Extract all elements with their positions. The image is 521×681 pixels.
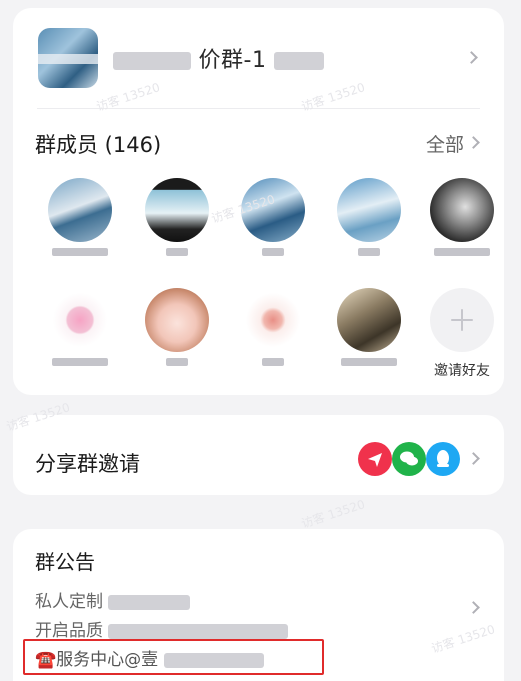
group-info-card: 价群-1 群成员 (146) 全部 邀请好友 <box>13 8 504 395</box>
member-name-blurred <box>262 248 284 256</box>
plus-icon <box>430 288 494 352</box>
avatar <box>337 178 401 242</box>
notice-line: 开启品质 <box>35 616 289 641</box>
avatar <box>241 178 305 242</box>
chevron-right-icon <box>467 452 480 465</box>
member-item[interactable] <box>422 178 502 256</box>
share-invite-row[interactable]: 分享群邀请 <box>13 415 504 495</box>
avatar <box>145 288 209 352</box>
member-name-blurred <box>52 248 108 256</box>
blurred-text <box>273 52 324 70</box>
notice-line-text: 开启品质 <box>35 621 103 641</box>
group-name-text: 价群-1 <box>198 48 267 73</box>
member-name-blurred <box>358 248 380 256</box>
avatar <box>145 178 209 242</box>
member-item[interactable] <box>137 178 217 256</box>
blurred-text <box>113 52 191 70</box>
invite-friend-label: 邀请好友 <box>434 363 490 379</box>
group-name: 价群-1 <box>113 42 324 74</box>
qq-icon[interactable] <box>426 442 460 476</box>
notice-line: 私人定制 <box>35 587 191 612</box>
send-icon[interactable] <box>358 442 392 476</box>
avatar <box>430 178 494 242</box>
avatar <box>48 288 112 352</box>
member-name-blurred <box>341 358 397 366</box>
chevron-right-icon <box>467 136 480 149</box>
member-item[interactable] <box>329 178 409 256</box>
chevron-right-icon <box>467 601 480 614</box>
highlight-box <box>23 639 324 675</box>
member-item[interactable] <box>137 288 217 366</box>
avatar <box>241 288 305 352</box>
member-name-blurred <box>166 248 188 256</box>
invite-friend-button[interactable]: 邀请好友 <box>422 288 502 380</box>
avatar <box>48 178 112 242</box>
group-notice-title: 群公告 <box>35 550 95 574</box>
notice-line-text: 私人定制 <box>35 592 103 612</box>
member-item[interactable] <box>40 288 120 366</box>
view-all-members-link[interactable]: 全部 <box>426 130 464 157</box>
members-title: 群成员 (146) <box>35 133 162 157</box>
watermark: 访客 13520 <box>299 497 367 531</box>
blurred-text <box>108 594 191 610</box>
member-item[interactable] <box>233 288 313 366</box>
chevron-right-icon <box>465 51 478 64</box>
member-item[interactable] <box>233 178 313 256</box>
member-name-blurred <box>166 358 188 366</box>
wechat-icon[interactable] <box>392 442 426 476</box>
member-name-blurred <box>262 358 284 366</box>
group-notice-card[interactable]: 群公告 私人定制 开启品质 ☎️服务中心@壹 <box>13 529 504 681</box>
share-invite-title: 分享群邀请 <box>35 452 140 476</box>
group-header-row[interactable]: 价群-1 <box>13 8 504 108</box>
member-name-blurred <box>434 248 490 256</box>
group-avatar <box>38 28 98 88</box>
blurred-text <box>108 623 289 639</box>
member-item[interactable] <box>329 288 409 366</box>
divider <box>37 108 480 109</box>
avatar <box>337 288 401 352</box>
member-name-blurred <box>52 358 108 366</box>
member-item[interactable] <box>40 178 120 256</box>
